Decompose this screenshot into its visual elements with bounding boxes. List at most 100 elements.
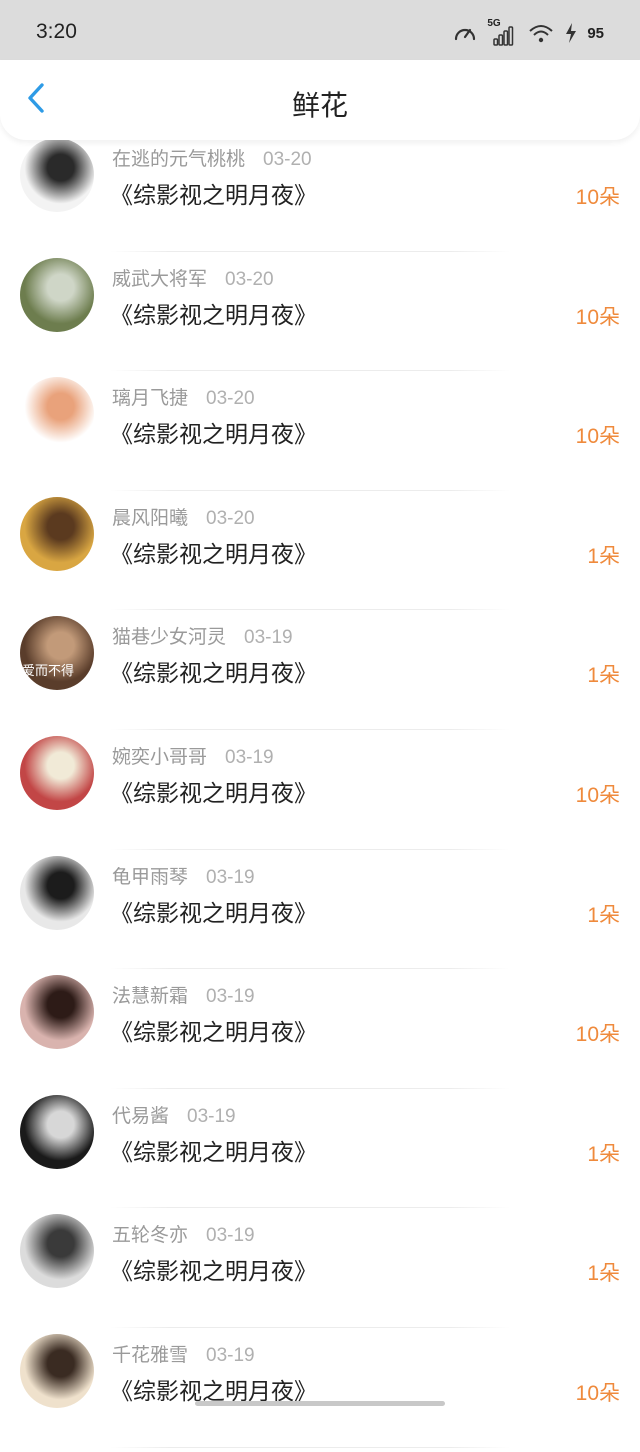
divider	[110, 489, 510, 491]
divider	[110, 1446, 510, 1448]
date: 03-20	[206, 507, 255, 529]
flower-count: 10朵	[575, 783, 620, 807]
book-title[interactable]: 《综影视之明月夜》	[110, 535, 317, 569]
date: 03-20	[206, 388, 255, 410]
avatar[interactable]	[20, 855, 94, 930]
date: 03-19	[206, 1225, 255, 1247]
flower-count: 1朵	[587, 544, 620, 568]
date: 03-19	[206, 986, 255, 1008]
item-meta: 法慧新霜 03-19	[112, 981, 255, 1009]
date: 03-20	[263, 149, 312, 170]
username[interactable]: 法慧新霜	[112, 981, 188, 1008]
username[interactable]: 龟甲雨琴	[112, 862, 188, 889]
divider	[110, 728, 510, 730]
divider	[110, 968, 510, 970]
divider	[110, 609, 510, 611]
username[interactable]: 在逃的元气桃桃	[112, 144, 245, 171]
divider	[110, 370, 510, 372]
book-title[interactable]: 《综影视之明月夜》	[110, 296, 317, 330]
date: 03-20	[225, 268, 274, 290]
avatar[interactable]	[20, 1214, 94, 1289]
book-title[interactable]: 《综影视之明月夜》	[110, 1013, 317, 1047]
username[interactable]: 千花雅雪	[112, 1340, 188, 1367]
flower-count: 1朵	[587, 664, 620, 688]
page-title: 鲜花	[291, 89, 348, 122]
item-meta: 在逃的元气桃桃 03-20	[112, 144, 312, 172]
flower-count: 10朵	[575, 1023, 620, 1047]
list-item[interactable]: 晨风阳曦 03-20 《综影视之明月夜》 1朵	[0, 495, 640, 615]
flower-list: 在逃的元气桃桃 03-20 《综影视之明月夜》 10朵 威武大将军 03-20 《综影视之明…	[0, 136, 640, 1452]
speed-icon	[453, 22, 477, 44]
charging-icon	[565, 22, 577, 44]
avatar[interactable]	[20, 257, 94, 332]
avatar[interactable]	[20, 377, 94, 452]
book-title[interactable]: 《综影视之明月夜》	[110, 176, 317, 210]
avatar[interactable]	[20, 735, 94, 810]
item-meta: 威武大将军 03-20	[112, 264, 274, 292]
list-item[interactable]: 龟甲雨琴 03-19 《综影视之明月夜》 1朵	[0, 854, 640, 974]
flower-count: 1朵	[587, 903, 620, 927]
date: 03-19	[225, 746, 274, 768]
home-indicator[interactable]	[195, 1401, 445, 1406]
date: 03-19	[187, 1105, 236, 1127]
nav-bar: 鲜花	[0, 60, 640, 140]
list-item[interactable]: 爱而不得 猫巷少女河灵 03-19 《综影视之明月夜》 1朵	[0, 614, 640, 734]
item-meta: 代易酱 03-19	[112, 1101, 236, 1129]
divider	[110, 1087, 510, 1089]
item-meta: 婉奕小哥哥 03-19	[112, 742, 274, 770]
avatar[interactable]	[20, 975, 94, 1050]
status-time: 3:20	[36, 20, 77, 43]
avatar[interactable]	[20, 496, 94, 571]
list-item[interactable]: 千花雅雪 03-19 《综影视之明月夜》 10朵	[0, 1332, 640, 1452]
flower-count: 10朵	[575, 186, 620, 209]
book-title[interactable]: 《综影视之明月夜》	[110, 654, 317, 688]
avatar[interactable]	[20, 1094, 94, 1169]
username[interactable]: 婉奕小哥哥	[112, 742, 207, 769]
avatar[interactable]	[20, 138, 94, 212]
flower-count: 1朵	[587, 1262, 620, 1286]
date: 03-19	[206, 866, 255, 888]
username[interactable]: 威武大将军	[112, 264, 207, 291]
list-item[interactable]: 威武大将军 03-20 《综影视之明月夜》 10朵	[0, 256, 640, 376]
book-title[interactable]: 《综影视之明月夜》	[110, 415, 317, 449]
username[interactable]: 猫巷少女河灵	[112, 622, 226, 649]
username[interactable]: 五轮冬亦	[112, 1220, 188, 1247]
book-title[interactable]: 《综影视之明月夜》	[110, 774, 317, 808]
wifi-icon	[527, 20, 555, 46]
list-item[interactable]: 璃月飞捷 03-20 《综影视之明月夜》 10朵	[0, 375, 640, 495]
item-meta: 猫巷少女河灵 03-19	[112, 622, 293, 650]
divider	[110, 250, 510, 252]
divider	[110, 1326, 510, 1328]
date: 03-19	[206, 1344, 255, 1366]
divider	[110, 848, 510, 850]
list-item[interactable]: 婉奕小哥哥 03-19 《综影视之明月夜》 10朵	[0, 734, 640, 854]
list-item[interactable]: 五轮冬亦 03-19 《综影视之明月夜》 1朵	[0, 1212, 640, 1332]
book-title[interactable]: 《综影视之明月夜》	[110, 1133, 317, 1167]
item-meta: 千花雅雪 03-19	[112, 1340, 255, 1368]
list-item[interactable]: 代易酱 03-19 《综影视之明月夜》 1朵	[0, 1093, 640, 1213]
avatar[interactable]	[20, 1333, 94, 1408]
list-item[interactable]: 在逃的元气桃桃 03-20 《综影视之明月夜》 10朵	[0, 136, 640, 256]
book-title[interactable]: 《综影视之明月夜》	[110, 894, 317, 928]
flower-count: 10朵	[575, 305, 620, 329]
item-meta: 龟甲雨琴 03-19	[112, 862, 255, 890]
item-meta: 晨风阳曦 03-20	[112, 503, 255, 531]
signal-icon: 5G	[487, 18, 517, 48]
divider	[110, 1207, 510, 1209]
status-icons: 5G 95	[453, 18, 604, 48]
status-bar: 3:20 5G 95	[0, 0, 640, 60]
flower-count: 10朵	[575, 1381, 620, 1405]
book-title[interactable]: 《综影视之明月夜》	[110, 1252, 317, 1286]
avatar[interactable]: 爱而不得	[20, 616, 94, 691]
item-meta: 五轮冬亦 03-19	[112, 1220, 255, 1248]
flower-count: 1朵	[587, 1142, 620, 1166]
avatar-caption: 爱而不得	[22, 664, 75, 680]
list-item[interactable]: 法慧新霜 03-19 《综影视之明月夜》 10朵	[0, 973, 640, 1093]
username[interactable]: 璃月飞捷	[112, 383, 188, 410]
flower-count: 10朵	[575, 425, 620, 449]
battery-level: 95	[587, 24, 604, 42]
item-meta: 璃月飞捷 03-20	[112, 383, 255, 411]
username[interactable]: 晨风阳曦	[112, 503, 188, 530]
date: 03-19	[244, 627, 293, 649]
username[interactable]: 代易酱	[112, 1101, 169, 1128]
